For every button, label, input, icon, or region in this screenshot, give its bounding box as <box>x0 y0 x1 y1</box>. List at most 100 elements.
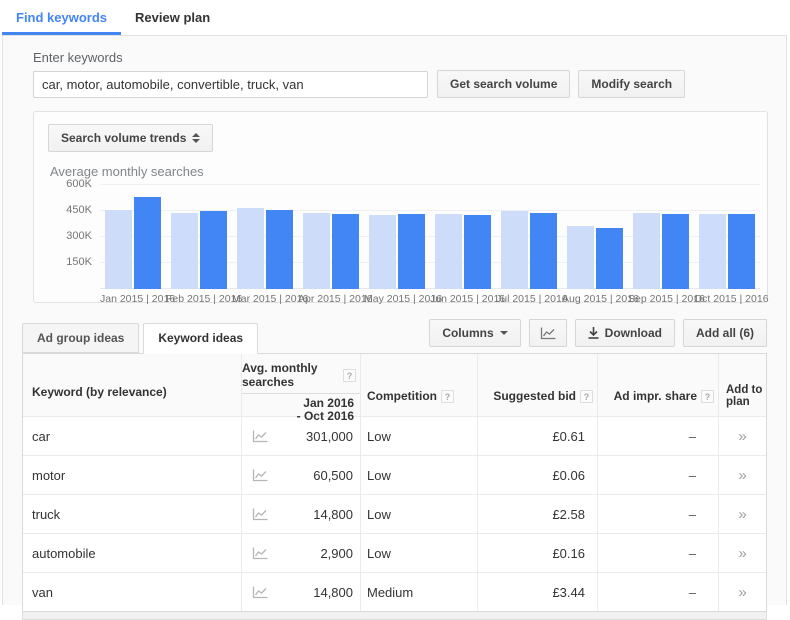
download-label: Download <box>605 326 662 340</box>
competition-cell: Low <box>360 534 477 572</box>
bar-group <box>496 211 562 289</box>
header-competition[interactable]: Competition ? <box>360 354 477 416</box>
trend-chart-icon[interactable] <box>252 469 268 482</box>
keywords-input[interactable] <box>33 71 428 98</box>
x-tick-label: Aug 2015 | 2016 <box>562 293 628 305</box>
find-keywords-panel: Enter keywords Get search volume Modify … <box>2 35 787 605</box>
bar-2016 <box>728 214 755 289</box>
bar-2015 <box>501 211 528 289</box>
table-row: van 14,800 Medium £3.44 – » <box>23 572 766 611</box>
y-tick-label: 450K <box>66 204 92 216</box>
bar-2015 <box>171 213 198 289</box>
search-volume-chart: 150K300K450K600K Jan 2015 | 2016Feb 2015… <box>48 185 753 305</box>
search-volume-trends-label: Search volume trends <box>61 131 186 145</box>
trend-chart-icon[interactable] <box>252 547 268 560</box>
tab-keyword-ideas[interactable]: Keyword ideas <box>143 323 258 354</box>
competition-cell: Low <box>360 417 477 455</box>
get-search-volume-button[interactable]: Get search volume <box>437 70 570 98</box>
download-icon <box>588 327 599 339</box>
table-header-row: Keyword (by relevance) Avg. monthly sear… <box>23 354 766 416</box>
header-ad-impr-share[interactable]: Ad impr. share ? <box>597 354 718 416</box>
header-add-to-plan: Add to plan <box>718 354 766 416</box>
chart-plot <box>100 185 760 289</box>
modify-search-button[interactable]: Modify search <box>578 70 685 98</box>
competition-cell: Low <box>360 495 477 533</box>
bar-2016 <box>134 197 161 289</box>
search-volume-trends-selector[interactable]: Search volume trends <box>48 124 213 152</box>
avg-searches-cell: 60,500 <box>241 456 360 494</box>
header-avg-monthly-searches[interactable]: Avg. monthly searches ? Jan 2016 - Oct 2… <box>241 354 360 416</box>
table-row: automobile 2,900 Low £0.16 – » <box>23 533 766 572</box>
help-icon[interactable]: ? <box>343 369 356 382</box>
bar-2015 <box>567 226 594 289</box>
tab-ad-group-ideas[interactable]: Ad group ideas <box>22 323 139 353</box>
bar-2016 <box>332 214 359 289</box>
bar-2016 <box>596 228 623 289</box>
results-bar: Ad group ideas Keyword ideas Columns Dow… <box>22 319 767 353</box>
competition-label: Competition <box>367 389 437 403</box>
bar-2015 <box>633 213 660 289</box>
add-all-button[interactable]: Add all (6) <box>683 319 767 347</box>
help-icon[interactable]: ? <box>701 390 714 403</box>
help-icon[interactable]: ? <box>441 390 454 403</box>
chart-title: Average monthly searches <box>50 164 753 179</box>
chart-y-axis: 150K300K450K600K <box>48 185 100 289</box>
trend-chart-icon[interactable] <box>252 508 268 521</box>
chart-bars <box>100 185 760 289</box>
help-icon[interactable]: ? <box>580 390 593 403</box>
x-tick-label: Jul 2015 | 2016 <box>496 293 562 305</box>
add-to-plan-button[interactable]: » <box>738 467 746 484</box>
avg-searches-cell: 14,800 <box>241 495 360 533</box>
tab-find-keywords[interactable]: Find keywords <box>2 2 121 35</box>
columns-button[interactable]: Columns <box>429 319 520 347</box>
tab-review-plan[interactable]: Review plan <box>121 2 224 35</box>
avg-searches-cell: 301,000 <box>241 417 360 455</box>
bar-2015 <box>303 213 330 289</box>
ad-impr-share-label: Ad impr. share <box>614 389 697 403</box>
download-button[interactable]: Download <box>575 319 675 347</box>
avg-searches-label: Avg. monthly searches <box>242 361 339 389</box>
add-to-plan-cell: » <box>718 417 766 455</box>
trend-chart-icon[interactable] <box>252 586 268 599</box>
add-to-plan-cell: » <box>718 573 766 611</box>
table-row: motor 60,500 Low £0.06 – » <box>23 455 766 494</box>
bar-2015 <box>435 214 462 289</box>
x-tick-label: Feb 2015 | 2016 <box>166 293 232 305</box>
bar-group <box>166 211 232 289</box>
add-to-plan-button[interactable]: » <box>738 506 746 523</box>
add-to-plan-button[interactable]: » <box>738 584 746 601</box>
ad-impr-share-cell: – <box>597 456 718 494</box>
x-tick-label: Sep 2015 | 2016 <box>628 293 694 305</box>
keyword-cell: car <box>23 417 241 455</box>
ad-impr-share-cell: – <box>597 495 718 533</box>
bar-2016 <box>266 210 293 289</box>
idea-tabs: Ad group ideas Keyword ideas <box>22 323 262 353</box>
bar-2015 <box>237 208 264 289</box>
bar-2016 <box>530 213 557 289</box>
x-tick-label: Jun 2015 | 2016 <box>430 293 496 305</box>
competition-cell: Medium <box>360 573 477 611</box>
header-suggested-bid[interactable]: Suggested bid ? <box>477 354 597 416</box>
add-to-plan-button[interactable]: » <box>738 428 746 445</box>
chart-view-button[interactable] <box>529 319 567 347</box>
bar-2016 <box>464 215 491 289</box>
trend-chart-icon[interactable] <box>252 430 268 443</box>
avg-searches-cell: 2,900 <box>241 534 360 572</box>
x-tick-label: Jan 2015 | 2016 <box>100 293 166 305</box>
y-tick-label: 150K <box>66 256 92 268</box>
updown-sort-icon <box>192 133 200 143</box>
bar-group <box>430 214 496 289</box>
bar-group <box>100 197 166 289</box>
keyword-cell: truck <box>23 495 241 533</box>
add-to-plan-button[interactable]: » <box>738 545 746 562</box>
bar-group <box>298 213 364 289</box>
bar-2015 <box>699 214 726 289</box>
line-chart-icon <box>540 327 556 340</box>
bar-group <box>562 226 628 289</box>
bar-group <box>628 213 694 289</box>
header-keyword[interactable]: Keyword (by relevance) <box>23 354 241 416</box>
chevron-down-icon <box>500 331 508 335</box>
ad-impr-share-cell: – <box>597 417 718 455</box>
bar-group <box>364 214 430 289</box>
keyword-ideas-table: Keyword (by relevance) Avg. monthly sear… <box>22 353 767 612</box>
